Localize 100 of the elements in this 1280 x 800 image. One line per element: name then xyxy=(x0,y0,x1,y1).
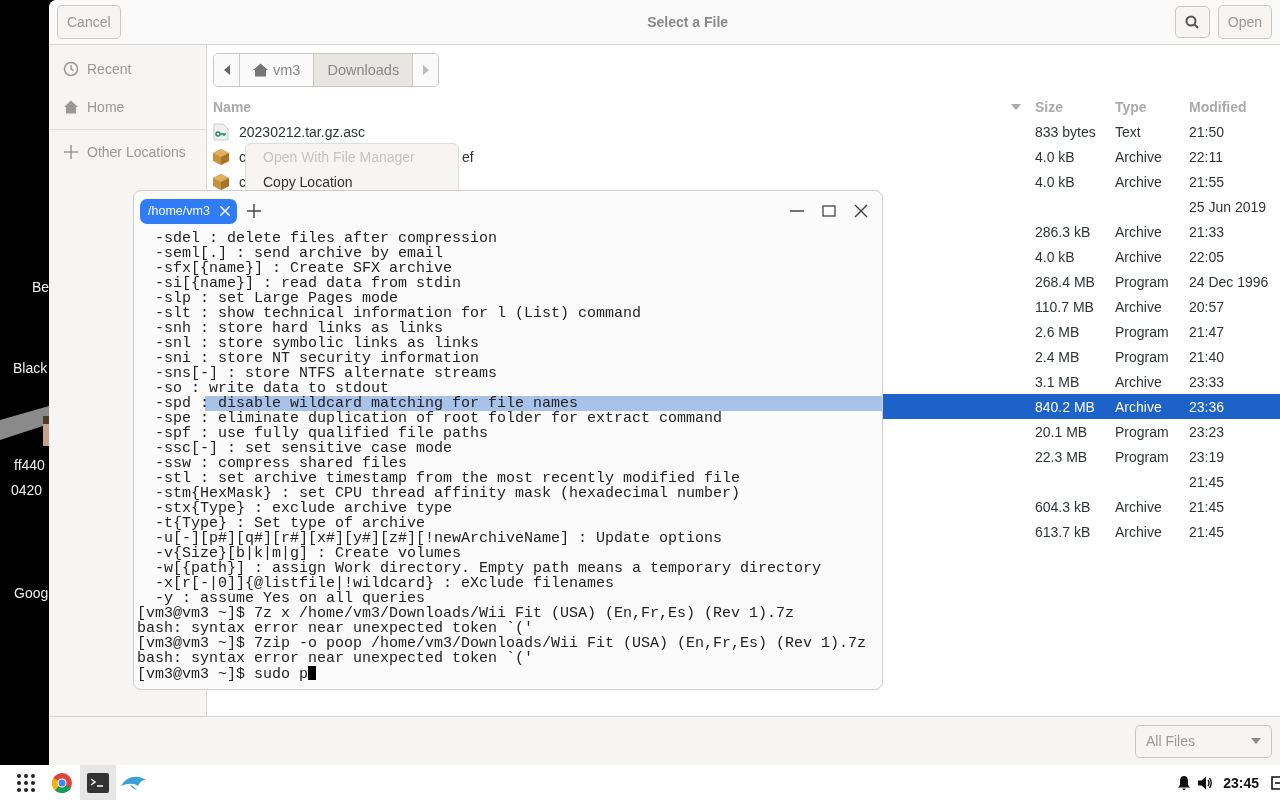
terminal-line: -snl : store symbolic links as links xyxy=(154,335,480,352)
browser-icon[interactable] xyxy=(52,772,72,793)
app-grid-icon[interactable] xyxy=(17,773,35,792)
file-type: Archive xyxy=(1115,523,1163,540)
file-size: 4.0 kB xyxy=(1035,173,1076,190)
file-size: 268.4 MB xyxy=(1035,273,1096,290)
file-modified: 21:33 xyxy=(1189,223,1226,240)
desktop-icon-label: ff440 xyxy=(14,456,45,475)
file-modified: 23:33 xyxy=(1189,373,1226,390)
path-segment[interactable]: vm3 xyxy=(240,54,315,86)
right-arrow-icon xyxy=(422,65,429,75)
back-button[interactable] xyxy=(214,54,240,86)
terminal-line: [vm3@vm3 ~]$ sudo p xyxy=(137,666,309,683)
file-type: Archive xyxy=(1115,373,1163,390)
filter-dropdown[interactable]: All Files xyxy=(1135,724,1272,758)
file-modified: 25 Jun 2019 xyxy=(1189,198,1268,215)
desktop-icon-label: 0420 xyxy=(11,481,43,500)
close-icon[interactable] xyxy=(854,204,868,218)
file-type: Archive xyxy=(1115,173,1163,190)
terminal-line: -spf : use fully qualified file paths xyxy=(154,425,489,442)
column-header[interactable]: Type xyxy=(1115,98,1189,115)
desktop-icon-label: Goog xyxy=(14,584,49,603)
column-header[interactable]: Name xyxy=(213,98,252,115)
terminal-line: -snh : store hard links as links xyxy=(154,320,444,337)
terminal-line: -spd : disable wildcard matching for file names xyxy=(154,395,579,412)
file-size: 4.0 kB xyxy=(1035,248,1076,265)
terminal-line: -si[{name}] : read data from stdin xyxy=(154,275,462,292)
desktop-icon-label: Black xyxy=(13,359,48,378)
file-size: 3.1 MB xyxy=(1035,373,1081,390)
file-size: 2.4 MB xyxy=(1035,348,1081,365)
file-modified: 22:05 xyxy=(1189,248,1226,265)
file-size: 22.3 MB xyxy=(1035,448,1089,465)
terminal-line: -stx{Type} : exclude archive type xyxy=(154,500,453,517)
file-type: Program xyxy=(1115,448,1170,465)
file-type: Program xyxy=(1115,423,1170,440)
column-header[interactable]: Size xyxy=(1035,98,1115,115)
sidebar-item[interactable]: Recent xyxy=(49,55,206,83)
file-size: 110.7 MB xyxy=(1035,298,1095,315)
text-cursor xyxy=(308,666,317,680)
terminal-line: -sfx[{name}] : Create SFX archive xyxy=(154,260,453,277)
terminal-line: -ssw : compress shared files xyxy=(154,455,408,472)
file-type: Archive xyxy=(1115,148,1163,165)
file-modified: 22:11 xyxy=(1189,148,1224,165)
cancel-button[interactable]: Cancel xyxy=(57,5,121,39)
logout-icon xyxy=(1271,775,1280,790)
bell-icon xyxy=(1177,774,1192,791)
file-size: 286.3 kB xyxy=(1035,223,1092,240)
file-type: Text xyxy=(1115,123,1142,140)
file-size: 4.0 kB xyxy=(1035,148,1076,165)
terminal-line: -y : assume Yes on all queries xyxy=(155,590,426,607)
new-tab-icon[interactable] xyxy=(246,204,261,218)
file-size: 833 bytes xyxy=(1035,123,1097,140)
sort-arrow-icon xyxy=(1011,103,1021,110)
clock[interactable]: 23:45 xyxy=(1223,774,1259,791)
plus-icon xyxy=(63,144,79,160)
search-button[interactable] xyxy=(1174,6,1210,38)
menu-item[interactable]: Copy Location xyxy=(246,169,458,194)
terminal-tab[interactable]: /home/vm3 xyxy=(140,198,237,224)
column-header[interactable]: Modified xyxy=(1189,98,1280,115)
left-arrow-icon xyxy=(223,65,230,75)
file-modified: 21:40 xyxy=(1189,348,1226,365)
file-type: Program xyxy=(1115,323,1170,340)
file-size: 613.7 kB xyxy=(1035,523,1092,540)
sidebar-item[interactable]: Home xyxy=(49,93,206,121)
close-icon xyxy=(219,206,230,216)
path-segment[interactable]: Downloads xyxy=(314,54,414,86)
search-icon xyxy=(1185,15,1200,29)
sidebar-item[interactable]: Other Locations xyxy=(49,138,206,166)
file-modified: 23:19 xyxy=(1189,448,1226,465)
terminal-line: -stm{HexMask} : set CPU thread affinity mask (hexadecimal number) xyxy=(154,485,741,502)
speaker-icon xyxy=(1197,774,1214,791)
open-button[interactable]: Open xyxy=(1217,5,1272,39)
terminal-line: -w[{path}] : assign Work directory. Empty path means a temporary directory xyxy=(154,560,822,577)
file-modified: 23:36 xyxy=(1189,398,1226,415)
file-type: Archive xyxy=(1115,398,1163,415)
file-type: Archive xyxy=(1115,498,1163,515)
terminal-line: -slp : set Large Pages mode xyxy=(154,290,399,307)
file-modified: 21:47 xyxy=(1189,323,1226,340)
terminal-line: -x[r[-|0]]{@listfile|!wildcard} : eXclude filenames xyxy=(154,575,615,592)
file-modified: 21:55 xyxy=(1189,173,1226,190)
terminal-icon[interactable] xyxy=(87,772,109,793)
terminal-line: -sni : store NT security information xyxy=(154,350,480,367)
home-icon xyxy=(63,99,79,115)
file-type: Program xyxy=(1115,273,1170,290)
file-name: 20230212.tar.gz.asc xyxy=(239,123,366,140)
maximize-icon[interactable] xyxy=(822,204,836,218)
terminal-line: -u[-][p#][q#][r#][x#][y#][z#][!newArchiveName] : Update options xyxy=(154,530,723,547)
file-size: 20.1 MB xyxy=(1035,423,1089,440)
terminal-line: [vm3@vm3 ~]$ 7zip -o poop /home/vm3/Downloads/Wii Fit (USA) (En,Fr,Es) (Rev 1).7z xyxy=(137,635,867,652)
file-name: c xyxy=(239,173,246,190)
package-icon xyxy=(213,173,229,190)
file-type: Archive xyxy=(1115,223,1163,240)
terminal-line: -sns[-] : store NTFS alternate streams xyxy=(154,365,498,382)
file-modified: 23:23 xyxy=(1189,423,1226,440)
terminal-line: [vm3@vm3 ~]$ 7z x /home/vm3/Downloads/Wii Fit (USA) (En,Fr,Es) (Rev 1).7z xyxy=(137,605,795,622)
terminal-line: -seml[.] : send archive by email xyxy=(154,245,444,262)
file-modified: 24 Dec 1996 xyxy=(1189,273,1270,290)
terminal-line: -t{Type} : Set type of archive xyxy=(154,515,426,532)
file-modified: 20:57 xyxy=(1189,298,1226,315)
file-modified: 21:50 xyxy=(1189,123,1226,140)
